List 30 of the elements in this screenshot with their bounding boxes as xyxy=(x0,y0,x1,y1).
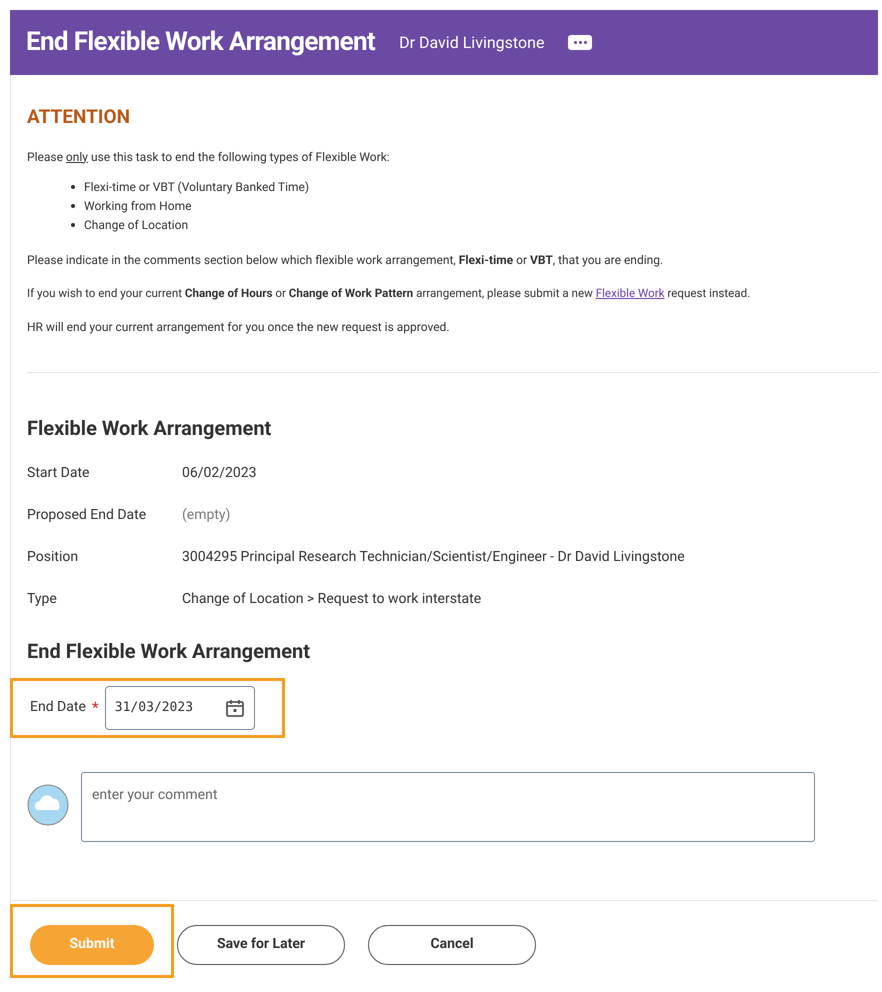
action-button[interactable]: Cancel xyxy=(368,924,536,965)
section-heading: End Flexible Work Arrangement xyxy=(27,638,312,665)
bullet-item: Flexi-time or VBT (Voluntary Banked Time) xyxy=(71,178,870,196)
hr-note: HR will end your current arrangement for you once the new request is approved. xyxy=(27,318,450,336)
field-value: 06/02/2023 xyxy=(182,464,256,483)
required-mark: * xyxy=(92,696,99,719)
section-heading: Flexible Work Arrangement xyxy=(27,414,272,442)
field-label: Position xyxy=(27,548,80,567)
bullet-item: Working from Home xyxy=(71,196,870,216)
worker-name: Dr David Livingstone xyxy=(399,32,544,54)
end-date-field[interactable]: 31/03/2023 xyxy=(104,686,255,730)
bullet-item: Change of Location xyxy=(71,216,870,234)
field-value: (empty) xyxy=(182,506,230,525)
action-button[interactable]: Save for Later xyxy=(177,924,345,965)
more-button[interactable] xyxy=(568,35,592,50)
field-label: End Date xyxy=(30,698,86,718)
instruction-text: If you wish to end your current Change of Hours or Change of Work Pattern arrangement, please submit a new Flexible Work request instead. xyxy=(27,284,752,302)
flexible-work-link[interactable]: Flexible Work xyxy=(596,286,665,300)
field-label: Type xyxy=(27,590,58,609)
avatar-icon xyxy=(27,784,69,826)
field-label: Start Date xyxy=(27,464,90,483)
attention-heading: ATTENTION xyxy=(27,104,131,130)
field-value: Change of Location > Request to work interstate xyxy=(182,590,482,609)
comment-field[interactable]: enter your comment xyxy=(81,772,815,842)
page-title: End Flexible Work Arrangement xyxy=(26,26,376,59)
intro-text: Please only use this task to end the following types of Flexible Work: xyxy=(27,148,391,166)
instruction-text: Please indicate in the comments section below which flexible work arrangement, Flexi-time or VBT, that you are ending. xyxy=(27,252,664,268)
field-value: 3004295 Principal Research Technician/Scientist/Engineer - Dr David Livingstone xyxy=(182,548,685,567)
field-label: Proposed End Date xyxy=(27,506,148,525)
calendar-icon[interactable] xyxy=(224,698,245,718)
